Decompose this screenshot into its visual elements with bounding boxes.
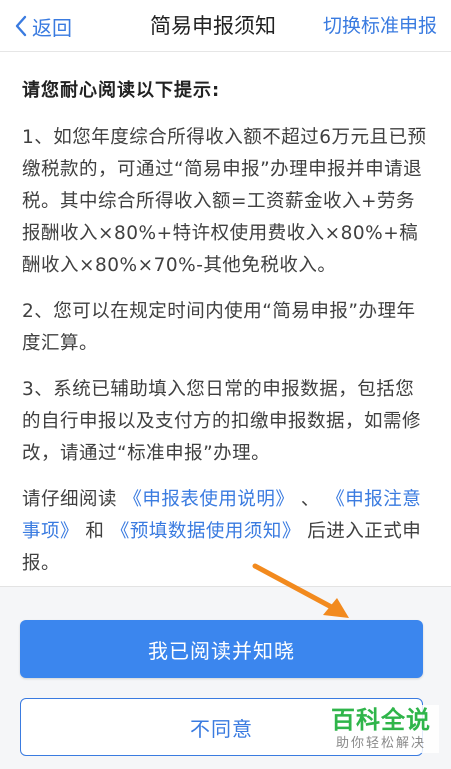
agree-button[interactable]: 我已阅读并知晓 bbox=[20, 620, 423, 678]
page-title: 简易申报须知 bbox=[150, 14, 276, 38]
notice-read-instruction: 请仔细阅读 《申报表使用说明》 、 《申报注意事项》 和 《预填数据使用须知》 … bbox=[22, 484, 429, 580]
disagree-button[interactable]: 不同意 bbox=[20, 698, 423, 756]
form-usage-link[interactable]: 《申报表使用说明》 bbox=[123, 489, 294, 510]
separator-comma: 、 bbox=[300, 489, 320, 510]
separator-and: 和 bbox=[85, 521, 105, 542]
notice-heading: 请您耐心阅读以下提示: bbox=[22, 80, 221, 101]
notice-panel: 请您耐心阅读以下提示: 1、如您年度综合所得收入额不超过6万元且已预缴税款的，可… bbox=[0, 52, 451, 587]
back-label: 返回 bbox=[32, 15, 72, 40]
switch-standard-button[interactable]: 切换标准申报 bbox=[323, 10, 437, 42]
prefill-data-notice-link[interactable]: 《预填数据使用须知》 bbox=[111, 521, 301, 542]
back-button[interactable]: 返回 bbox=[14, 10, 72, 42]
top-navbar: 返回 简易申报须知 切换标准申报 bbox=[0, 0, 451, 52]
notice-item-2: 2、您可以在规定时间内使用“简易申报”办理年度汇算。 bbox=[22, 301, 416, 354]
notice-item-3: 3、系统已辅助填入您日常的申报数据，包括您的自行申报以及支付方的扣缴申报数据，如… bbox=[22, 379, 422, 464]
chevron-left-icon bbox=[15, 15, 27, 37]
notice-item-1: 1、如您年度综合所得收入额不超过6万元且已预缴税款的，可通过“简易申报”办理申报… bbox=[22, 127, 427, 276]
read-instruction-prefix: 请仔细阅读 bbox=[22, 489, 118, 510]
